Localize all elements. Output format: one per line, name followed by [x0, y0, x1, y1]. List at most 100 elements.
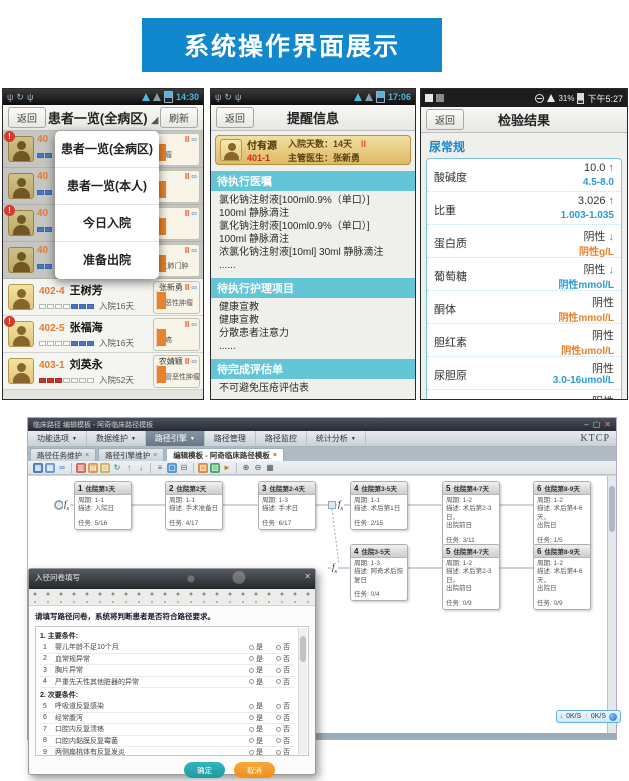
close-icon[interactable]: × [85, 452, 89, 459]
save-all-icon[interactable]: ▦ [45, 463, 55, 473]
lab-row[interactable]: 葡萄糖 阴性 ↓ 阴性mmol/L [427, 258, 621, 291]
copy-icon[interactable]: ▤ [88, 463, 98, 473]
back-button[interactable]: 返回 [426, 109, 464, 130]
lab-row[interactable]: 蛋白质 阴性 ↓ 阴性g/L [427, 225, 621, 258]
ok-button[interactable]: 确定 [184, 762, 225, 778]
radio-yes[interactable]: 是 [249, 642, 263, 652]
condition-fx-icon[interactable]: fx [331, 563, 338, 577]
save-icon[interactable]: ▦ [33, 463, 43, 473]
menu-data-maintenance[interactable]: 数据维护▼ [87, 431, 146, 446]
radio-yes[interactable]: 是 [249, 654, 263, 664]
stage-node[interactable]: 6住院第8-9天 周期: 1-2描述: 术后第4-6天，出院日 任务: 1/5 [533, 481, 591, 547]
minimize-icon[interactable]: – [584, 418, 588, 431]
stage-node[interactable]: 4住院3-5天 周期: 1-3描述: 阿奇术后恢复日 任务: 0/4 [350, 544, 408, 601]
vertical-scrollbar[interactable] [607, 476, 616, 733]
radio-yes[interactable]: 是 [249, 713, 263, 723]
refresh-icon[interactable]: ↻ [112, 463, 122, 473]
patient-row[interactable]: 402-5张福海 入院16天 II∞ 肺癌 [3, 316, 203, 353]
maximize-icon[interactable]: ▢ [593, 418, 601, 431]
radio-icon[interactable] [249, 750, 254, 755]
network-speed-widget[interactable]: ↓ 0K/S ↑ 0K/S [556, 710, 621, 723]
run-icon[interactable]: ► [222, 463, 232, 473]
radio-no[interactable]: 否 [276, 642, 290, 652]
radio-icon[interactable] [249, 679, 254, 684]
radio-yes[interactable]: 是 [249, 677, 263, 687]
node-edit-icon[interactable]: ▨ [210, 463, 220, 473]
condition-fx-icon[interactable]: fx [337, 500, 344, 514]
tab-path-task[interactable]: 路径任务维护× [30, 448, 96, 461]
list-icon[interactable]: ≡ [155, 463, 165, 473]
stage-node[interactable]: 3住院第2-4天 周期: 1-3描述: 手术日 任务: 6/17 [258, 481, 316, 530]
menu-statistics[interactable]: 统计分析▼ [307, 431, 366, 446]
lab-row[interactable]: 比重 3.026 ↑ 1.003-1.035 [427, 192, 621, 225]
radio-icon[interactable] [249, 704, 254, 709]
radio-icon[interactable] [249, 727, 254, 732]
radio-no[interactable]: 否 [276, 747, 290, 756]
stage-node[interactable]: 2住院第2天 周期: 1-1描述: 手术准备日 任务: 4/17 [165, 481, 223, 530]
tab-path-engine[interactable]: 路径引擎维护× [98, 448, 164, 461]
radio-icon[interactable] [276, 645, 281, 650]
radio-no[interactable]: 否 [276, 713, 290, 723]
radio-icon[interactable] [249, 656, 254, 661]
move-down-icon[interactable]: ↓ [136, 463, 146, 473]
menu-function-options[interactable]: 功能选项▼ [28, 431, 87, 446]
radio-yes[interactable]: 是 [249, 701, 263, 711]
close-icon[interactable]: ✕ [604, 418, 611, 431]
scrollbar-thumb[interactable] [609, 486, 615, 532]
menu-item-all-wards[interactable]: 患者一览(全病区) [55, 131, 159, 168]
paste-icon[interactable]: ▧ [100, 463, 110, 473]
radio-no[interactable]: 否 [276, 677, 290, 687]
radio-yes[interactable]: 是 [249, 736, 263, 746]
refresh-button[interactable]: 刷新 [160, 107, 198, 128]
radio-icon[interactable] [276, 704, 281, 709]
dialog-scrollbar[interactable] [298, 628, 307, 754]
close-icon[interactable]: × [273, 452, 277, 459]
stage-node[interactable]: 4住院第3-5天 周期: 1-1描述: 术后第1日 任务: 2/15 [350, 481, 408, 530]
lab-row[interactable]: 酸碱度 10.0 ↑ 4.5-8.0 [427, 159, 621, 192]
lab-row[interactable]: 胆红素 阴性 阴性umol/L [427, 324, 621, 357]
radio-no[interactable]: 否 [276, 665, 290, 675]
back-button[interactable]: 返回 [8, 107, 46, 128]
patient-row[interactable]: 403-1刘英永 入院52天 农婧颖II∞ 食管恶性肿瘤 [3, 353, 203, 390]
branch-junction[interactable] [328, 501, 336, 509]
patient-card[interactable]: 付有源 401-1 入院天数：14天 II 主管医生：张新勇 [215, 135, 411, 165]
stage-node[interactable]: 5住院第4-7天 周期: 1-2描述: 术后第2-3日，出院前日 任务: 0/9 [442, 544, 500, 610]
radio-icon[interactable] [276, 750, 281, 755]
menu-path-monitor[interactable]: 路径监控 [256, 431, 307, 446]
move-up-icon[interactable]: ↑ [124, 463, 134, 473]
back-button[interactable]: 返回 [216, 107, 254, 128]
patient-row[interactable]: 402-4王树芳 入院16天 张新勇II∞ 肺恶性肿瘤 [3, 279, 203, 316]
radio-icon[interactable] [276, 738, 281, 743]
zoom-in-icon[interactable]: ⊕ [241, 463, 251, 473]
radio-icon[interactable] [276, 679, 281, 684]
tree-icon[interactable]: ⊟ [179, 463, 189, 473]
radio-icon[interactable] [276, 656, 281, 661]
menu-item-mine[interactable]: 患者一览(本人) [55, 168, 159, 205]
radio-icon[interactable] [276, 668, 281, 673]
float-ball-icon[interactable] [609, 713, 617, 721]
cancel-button[interactable]: 取消 [234, 762, 275, 778]
radio-yes[interactable]: 是 [249, 724, 263, 734]
menu-item-admitted-today[interactable]: 今日入院 [55, 205, 159, 242]
stage-node[interactable]: 1住院第1天 周期: 1-1描述: 入院日 任务: 5/16 [74, 481, 132, 530]
panel-icon[interactable]: ▢ [167, 463, 177, 473]
tab-edit-template[interactable]: 编辑模板 - 阿奇临床路径模板× [166, 448, 284, 461]
lab-row[interactable]: 酮体 阴性 阴性mmol/L [427, 291, 621, 324]
menu-path-management[interactable]: 路径管理 [205, 431, 256, 446]
radio-no[interactable]: 否 [276, 736, 290, 746]
lab-row[interactable]: 尿胆原 阴性 3.0-16umol/L [427, 357, 621, 390]
stage-node[interactable]: 6住院第8-9天 周期: 1-2描述: 术后第4-6天，出院日 任务: 0/9 [533, 544, 591, 610]
lab-row[interactable]: 阴性 [427, 390, 621, 400]
node-add-icon[interactable]: ▧ [198, 463, 208, 473]
radio-icon[interactable] [249, 738, 254, 743]
radio-icon[interactable] [249, 645, 254, 650]
radio-no[interactable]: 否 [276, 724, 290, 734]
radio-icon[interactable] [276, 727, 281, 732]
zoom-out-icon[interactable]: ⊖ [253, 463, 263, 473]
condition-fx-icon[interactable]: fx [63, 500, 70, 514]
close-icon[interactable]: ✕ [304, 573, 311, 581]
scrollbar-thumb[interactable] [300, 636, 306, 662]
radio-no[interactable]: 否 [276, 701, 290, 711]
menu-item-ready-discharge[interactable]: 准备出院 [55, 242, 159, 279]
link-icon[interactable]: ∞ [57, 463, 67, 473]
